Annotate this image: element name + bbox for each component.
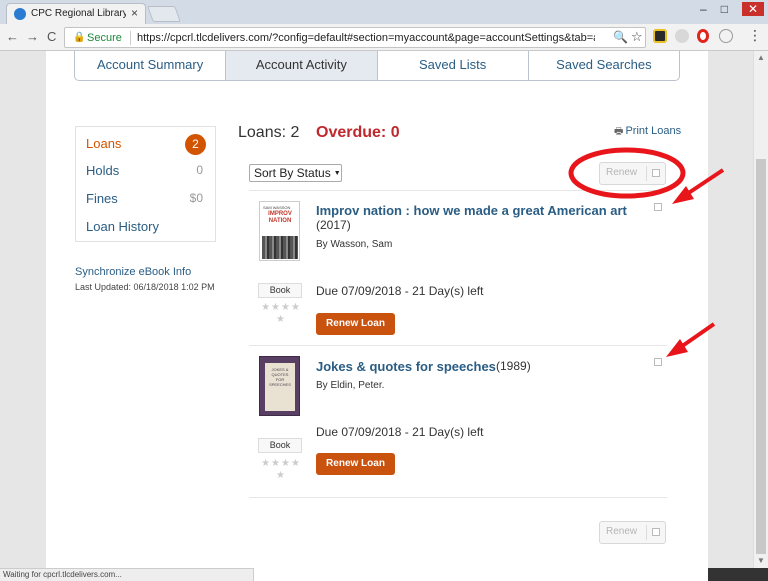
sidebar-item-label[interactable]: Holds (86, 163, 119, 178)
forward-icon[interactable]: → (26, 29, 39, 44)
extension-icon-1[interactable] (653, 29, 667, 43)
extension-icon-4[interactable] (719, 29, 733, 43)
tab-account-summary[interactable]: Account Summary (75, 51, 227, 80)
loans-heading: Loans: 2 (238, 124, 300, 141)
fines-amount: $0 (189, 191, 203, 205)
cover-title: JOKES & QUOTES FOR SPEECHES (269, 367, 291, 387)
new-tab-button[interactable] (147, 6, 181, 22)
secure-label: Secure (87, 32, 122, 44)
maximize-icon[interactable]: □ (721, 2, 728, 16)
due-date: Due 07/09/2018 - 21 Day(s) left (316, 425, 484, 439)
book-cover-image[interactable]: JOKES & QUOTES FOR SPEECHES (259, 356, 300, 416)
rating-stars[interactable]: ★★★★ ★ (255, 302, 307, 326)
holds-count: 0 (196, 163, 203, 177)
loans-count-badge: 2 (185, 134, 206, 155)
loan-author: By Wasson, Sam (316, 239, 393, 250)
divider (249, 497, 667, 498)
address-bar[interactable]: 🔒 Secure https://cpcrl.tlcdelivers.com/?… (64, 27, 646, 48)
renew-loan-button[interactable]: Renew Loan (316, 313, 395, 335)
browser-menu-icon[interactable]: ⋮ (748, 27, 762, 44)
browser-tab-bar: CPC Regional Library Cat × – □ ✕ (0, 0, 768, 24)
printer-icon: 🖶 (614, 126, 624, 137)
loan-title-link[interactable]: Jokes & quotes for speeches (316, 359, 496, 374)
bookmark-star-icon[interactable]: ☆ (631, 29, 643, 45)
last-updated-text: Last Updated: 06/18/2018 1:02 PM (75, 282, 215, 292)
scroll-up-icon[interactable]: ▲ (757, 53, 765, 62)
sort-value: Sort By Status (254, 166, 331, 180)
cover-title: IMPROV NATION (268, 211, 292, 224)
format-badge: Book (258, 438, 302, 453)
chevron-down-icon: ▼ (333, 169, 341, 177)
divider (249, 190, 667, 191)
loan-year: (1989) (496, 359, 531, 373)
sidebar-item-holds[interactable]: Holds 0 (86, 163, 206, 183)
rating-stars[interactable]: ★★★★ ★ (255, 458, 307, 482)
tab-account-activity[interactable]: Account Activity (226, 51, 378, 80)
renew-button-top[interactable]: Renew (599, 162, 666, 185)
window-controls: – □ ✕ (700, 2, 764, 16)
sidebar-item-label[interactable]: Loan History (86, 219, 159, 234)
loan-year: (2017) (316, 218, 351, 232)
book-cover-image[interactable]: SAM WASSON IMPROV NATION (259, 201, 300, 261)
tab-close-icon[interactable]: × (131, 6, 138, 20)
url-text[interactable]: https://cpcrl.tlcdelivers.com/?config=de… (137, 32, 595, 44)
account-sidebar: Loans 2 Holds 0 Fines $0 Loan History (75, 126, 216, 242)
overdue-count: Overdue: 0 (316, 124, 400, 141)
tab-saved-searches[interactable]: Saved Searches (529, 51, 679, 80)
cover-author: SAM WASSON (263, 205, 291, 210)
account-tabs: Account Summary Account Activity Saved L… (74, 51, 680, 81)
browser-tab[interactable]: CPC Regional Library Cat × (6, 3, 146, 24)
lock-icon: 🔒 (73, 32, 86, 43)
renew-label: Renew (606, 526, 638, 537)
library-favicon-icon (14, 8, 26, 20)
loan-author: By Eldin, Peter. (316, 380, 385, 391)
due-date: Due 07/09/2018 - 21 Day(s) left (316, 284, 484, 298)
sync-ebook-link[interactable]: Synchronize eBook Info (75, 266, 191, 278)
renew-loan-button[interactable]: Renew Loan (316, 453, 395, 475)
browser-status-bar: Waiting for cpcrl.tlcdelivers.com... (0, 568, 254, 581)
reload-icon[interactable]: C (47, 29, 56, 44)
zoom-icon[interactable]: 🔍 (613, 30, 628, 44)
sidebar-item-loan-history[interactable]: Loan History (86, 219, 206, 239)
scroll-down-icon[interactable]: ▼ (757, 556, 765, 565)
select-all-checkbox[interactable] (652, 169, 660, 177)
window-close-icon[interactable]: ✕ (741, 2, 764, 16)
sidebar-item-loans[interactable]: Loans 2 (86, 134, 206, 156)
sort-select[interactable]: Sort By Status ▼ (249, 164, 342, 182)
print-loans-link[interactable]: 🖶 Print Loans (614, 124, 681, 141)
sidebar-item-label[interactable]: Loans (86, 136, 121, 151)
select-all-checkbox[interactable] (652, 528, 660, 536)
renew-label: Renew (606, 167, 638, 178)
tab-title: CPC Regional Library Cat (31, 8, 126, 19)
loan-checkbox[interactable] (654, 203, 662, 211)
back-icon[interactable]: ← (6, 29, 19, 44)
loan-title-link[interactable]: Improv nation : how we made a great Amer… (316, 203, 627, 218)
format-badge: Book (258, 283, 302, 298)
sidebar-item-fines[interactable]: Fines $0 (86, 191, 206, 211)
loan-checkbox[interactable] (654, 358, 662, 366)
minimize-icon[interactable]: – (700, 2, 707, 16)
renew-button-bottom[interactable]: Renew (599, 521, 666, 544)
print-loans-label[interactable]: Print Loans (625, 125, 681, 137)
divider (249, 345, 667, 346)
tab-saved-lists[interactable]: Saved Lists (378, 51, 529, 80)
extension-icon-2[interactable] (675, 29, 689, 43)
sidebar-item-label[interactable]: Fines (86, 191, 118, 206)
scroll-thumb[interactable] (756, 159, 766, 554)
opera-extension-icon[interactable] (697, 29, 709, 43)
scrollbar[interactable]: ▲ ▼ (753, 51, 768, 568)
